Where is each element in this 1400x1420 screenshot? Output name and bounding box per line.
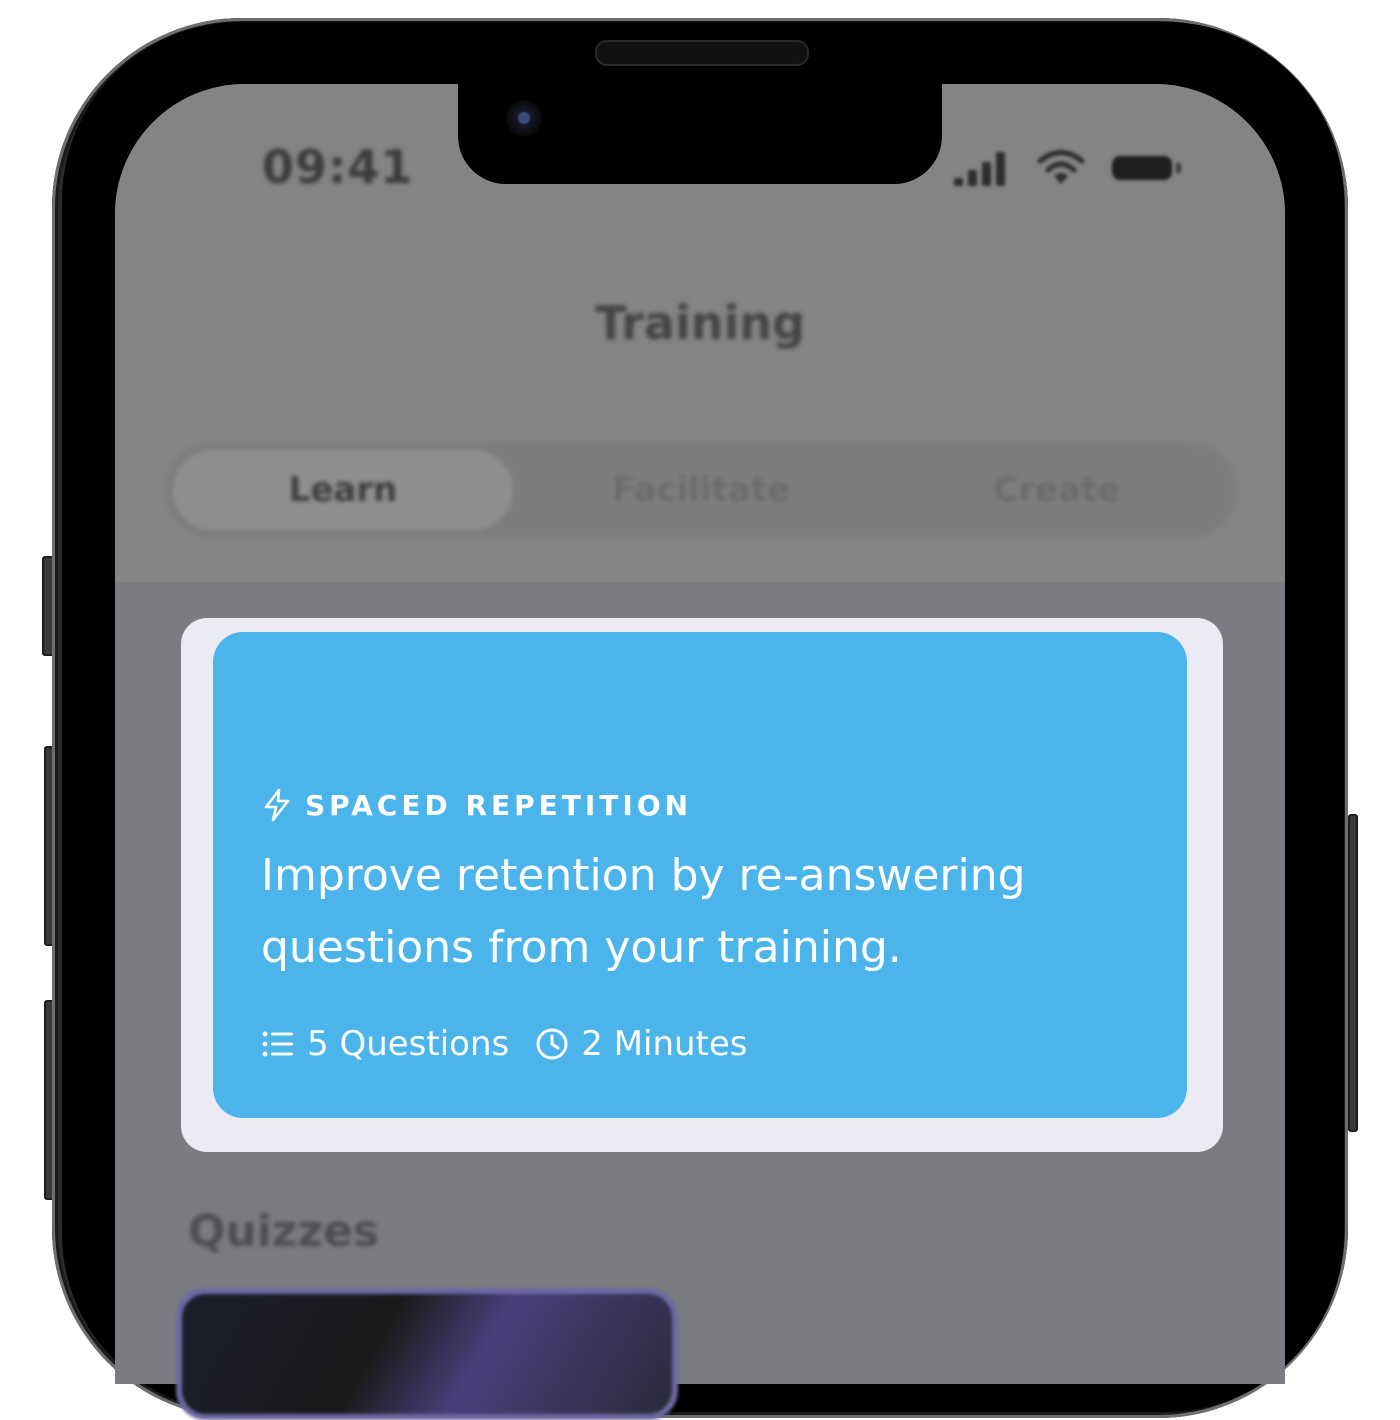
- power-button: [1348, 814, 1358, 1132]
- status-icons: [950, 148, 1190, 188]
- questions-meta: 5 Questions: [261, 1024, 509, 1064]
- list-icon: [262, 1031, 293, 1057]
- lightning-icon: [264, 788, 290, 822]
- card-tag-label: SPACED REPETITION: [305, 788, 693, 822]
- segmented-control: Learn Facilitate Create: [165, 442, 1237, 538]
- page-title: Training: [594, 296, 805, 350]
- duration-meta: 2 Minutes: [535, 1024, 748, 1064]
- speaker-grille: [595, 40, 809, 66]
- card-tag: SPACED REPETITION: [261, 788, 692, 822]
- card-description: Improve retention by re-answering questi…: [261, 850, 1026, 973]
- tab-create[interactable]: Create: [887, 450, 1227, 530]
- clock-icon: [536, 1028, 568, 1060]
- questions-count: 5 Questions: [307, 1024, 510, 1064]
- wifi-icon: [1037, 150, 1085, 184]
- duration-value: 2 Minutes: [581, 1024, 748, 1064]
- quizzes-section-title: Quizzes: [188, 1206, 380, 1257]
- quiz-card-thumbnail[interactable]: [176, 1288, 678, 1420]
- status-time: 09:41: [262, 140, 414, 194]
- battery-icon: [1112, 156, 1181, 180]
- tab-learn[interactable]: Learn: [173, 450, 513, 530]
- tab-facilitate[interactable]: Facilitate: [531, 450, 871, 530]
- front-camera: [506, 100, 542, 136]
- card-meta: 5 Questions 2 Minutes: [261, 1024, 748, 1064]
- spaced-repetition-card[interactable]: SPACED REPETITION Improve retention by r…: [213, 632, 1187, 1118]
- signal-icon: [954, 152, 1005, 186]
